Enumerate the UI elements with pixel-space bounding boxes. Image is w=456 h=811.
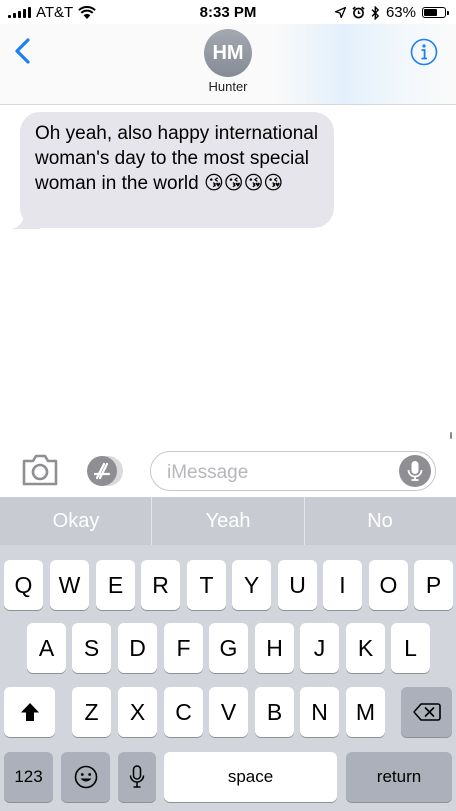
bluetooth-icon <box>371 5 380 20</box>
conversation-header: HM Hunter <box>0 24 456 105</box>
status-bar: AT&T 8:33 PM 63% <box>0 0 456 24</box>
avatar-initials: HM <box>212 41 244 64</box>
key-n[interactable]: N <box>300 687 339 737</box>
suggestion-no[interactable]: No <box>304 497 456 545</box>
battery-fill <box>424 9 437 16</box>
suggestion-okay[interactable]: Okay <box>0 497 152 545</box>
suggestion-bar: Okay Yeah No <box>0 497 456 545</box>
key-z[interactable]: Z <box>72 687 111 737</box>
key-r[interactable]: R <box>141 560 180 610</box>
app-store-icon[interactable] <box>86 453 126 489</box>
scroll-indicator <box>450 432 452 439</box>
return-key[interactable]: return <box>346 752 452 802</box>
key-g[interactable]: G <box>209 623 248 673</box>
key-y[interactable]: Y <box>232 560 271 610</box>
shift-key[interactable] <box>4 687 55 737</box>
key-t[interactable]: T <box>187 560 226 610</box>
alarm-icon <box>352 6 365 19</box>
chevron-left-icon[interactable] <box>10 36 38 66</box>
message-text: Oh yeah, also happy international woman'… <box>35 123 319 194</box>
key-d[interactable]: D <box>118 623 157 673</box>
key-w[interactable]: W <box>50 560 89 610</box>
message-input-placeholder: iMessage <box>167 462 249 483</box>
message-input[interactable]: iMessage <box>150 451 436 491</box>
camera-icon[interactable] <box>20 452 60 488</box>
microphone-icon[interactable] <box>399 455 431 487</box>
contact-avatar[interactable]: HM <box>204 29 252 77</box>
key-c[interactable]: C <box>164 687 203 737</box>
key-o[interactable]: O <box>369 560 408 610</box>
status-right: 63% <box>334 4 449 21</box>
key-i[interactable]: I <box>323 560 362 610</box>
emoji-icon <box>74 765 97 789</box>
delete-icon <box>412 703 441 721</box>
key-l[interactable]: L <box>391 623 430 673</box>
key-m[interactable]: M <box>346 687 385 737</box>
key-e[interactable]: E <box>96 560 135 610</box>
contact-name[interactable]: Hunter <box>0 79 456 94</box>
microphone-icon <box>129 765 145 788</box>
keyboard: Okay Yeah No Q W E R T Y U I O P A S D F… <box>0 497 456 811</box>
key-s[interactable]: S <box>72 623 111 673</box>
key-u[interactable]: U <box>278 560 317 610</box>
space-key[interactable]: space <box>164 752 337 802</box>
info-icon[interactable] <box>410 38 438 66</box>
battery-percent: 63% <box>385 4 416 21</box>
key-a[interactable]: A <box>27 623 66 673</box>
message-bubble-received[interactable]: Oh yeah, also happy international woman'… <box>20 112 334 228</box>
key-b[interactable]: B <box>255 687 294 737</box>
location-icon <box>334 7 346 18</box>
key-v[interactable]: V <box>209 687 248 737</box>
emoji-key[interactable] <box>61 752 110 802</box>
key-j[interactable]: J <box>300 623 339 673</box>
key-q[interactable]: Q <box>4 560 43 610</box>
delete-key[interactable] <box>401 687 452 737</box>
suggestion-yeah[interactable]: Yeah <box>152 497 304 545</box>
shift-icon <box>20 703 39 721</box>
key-h[interactable]: H <box>255 623 294 673</box>
numbers-key[interactable]: 123 <box>4 752 53 802</box>
battery-icon <box>422 7 449 18</box>
key-x[interactable]: X <box>118 687 157 737</box>
key-f[interactable]: F <box>164 623 203 673</box>
dictation-key[interactable] <box>118 752 156 802</box>
key-k[interactable]: K <box>346 623 385 673</box>
key-p[interactable]: P <box>414 560 453 610</box>
